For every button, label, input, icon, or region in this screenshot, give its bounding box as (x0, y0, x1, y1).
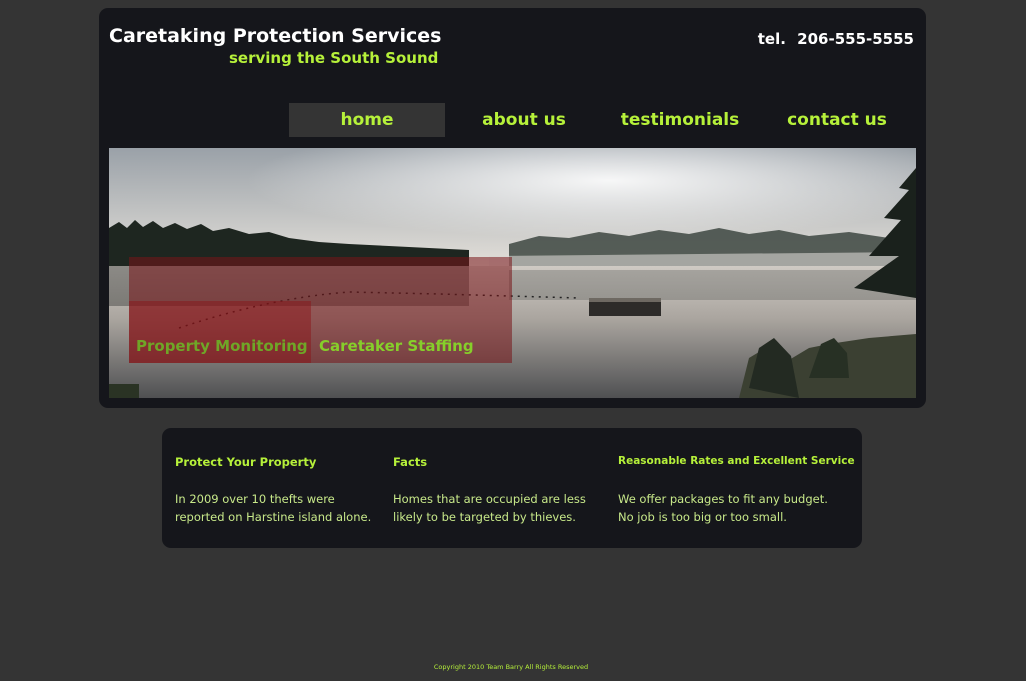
info-line: reported on Harstine island alone. (175, 510, 372, 524)
tab-caretaker-staffing-label: Caretaker Staffing (319, 337, 474, 355)
nav-item-contact-us[interactable]: contact us (759, 103, 915, 137)
phone-label: tel. (757, 30, 786, 48)
nav-item-home[interactable]: home (289, 103, 445, 137)
info-line: We offer packages to fit any budget. (618, 492, 828, 506)
tab-property-monitoring[interactable]: Property Monitoring (129, 301, 311, 363)
phone-value: 206-555-5555 (797, 30, 914, 48)
info-text: In 2009 over 10 thefts were reported on … (175, 490, 371, 526)
tab-caretaker-staffing[interactable]: Caretaker Staffing (319, 329, 489, 363)
info-text: Homes that are occupied are less likely … (393, 490, 586, 526)
site-tagline: serving the South Sound (229, 49, 439, 67)
hero-image: Property Monitoring Caretaker Staffing (109, 148, 916, 398)
nav-item-about-us[interactable]: about us (446, 103, 602, 137)
info-column-rates: Reasonable Rates and Excellent Service W… (618, 455, 855, 524)
info-line: No job is too big or too small. (618, 510, 787, 524)
info-heading: Protect Your Property (175, 455, 317, 469)
info-column-protect: Protect Your Property In 2009 over 10 th… (175, 455, 371, 524)
tab-property-monitoring-label: Property Monitoring (136, 337, 308, 355)
info-panel: Protect Your Property In 2009 over 10 th… (162, 428, 862, 548)
nav-item-testimonials[interactable]: testimonials (602, 103, 758, 137)
info-line: In 2009 over 10 thefts were (175, 492, 335, 506)
info-column-facts: Facts Homes that are occupied are less l… (393, 455, 586, 524)
info-text: We offer packages to fit any budget. No … (618, 490, 828, 526)
site-title: Caretaking Protection Services (109, 25, 442, 47)
footer-copyright: Copyright 2010 Team Barry All Rights Res… (433, 663, 589, 671)
services-overlay: Property Monitoring Caretaker Staffing (129, 257, 512, 363)
main-nav: home about us testimonials contact us (289, 103, 916, 137)
info-heading: Facts (393, 455, 428, 469)
info-line: likely to be targeted by thieves. (393, 510, 576, 524)
header-panel: Caretaking Protection Services serving t… (99, 8, 926, 408)
info-heading: Reasonable Rates and Excellent Service (618, 455, 855, 467)
info-line: Homes that are occupied are less (393, 492, 586, 506)
phone-number: tel. 206-555-5555 (758, 30, 914, 48)
